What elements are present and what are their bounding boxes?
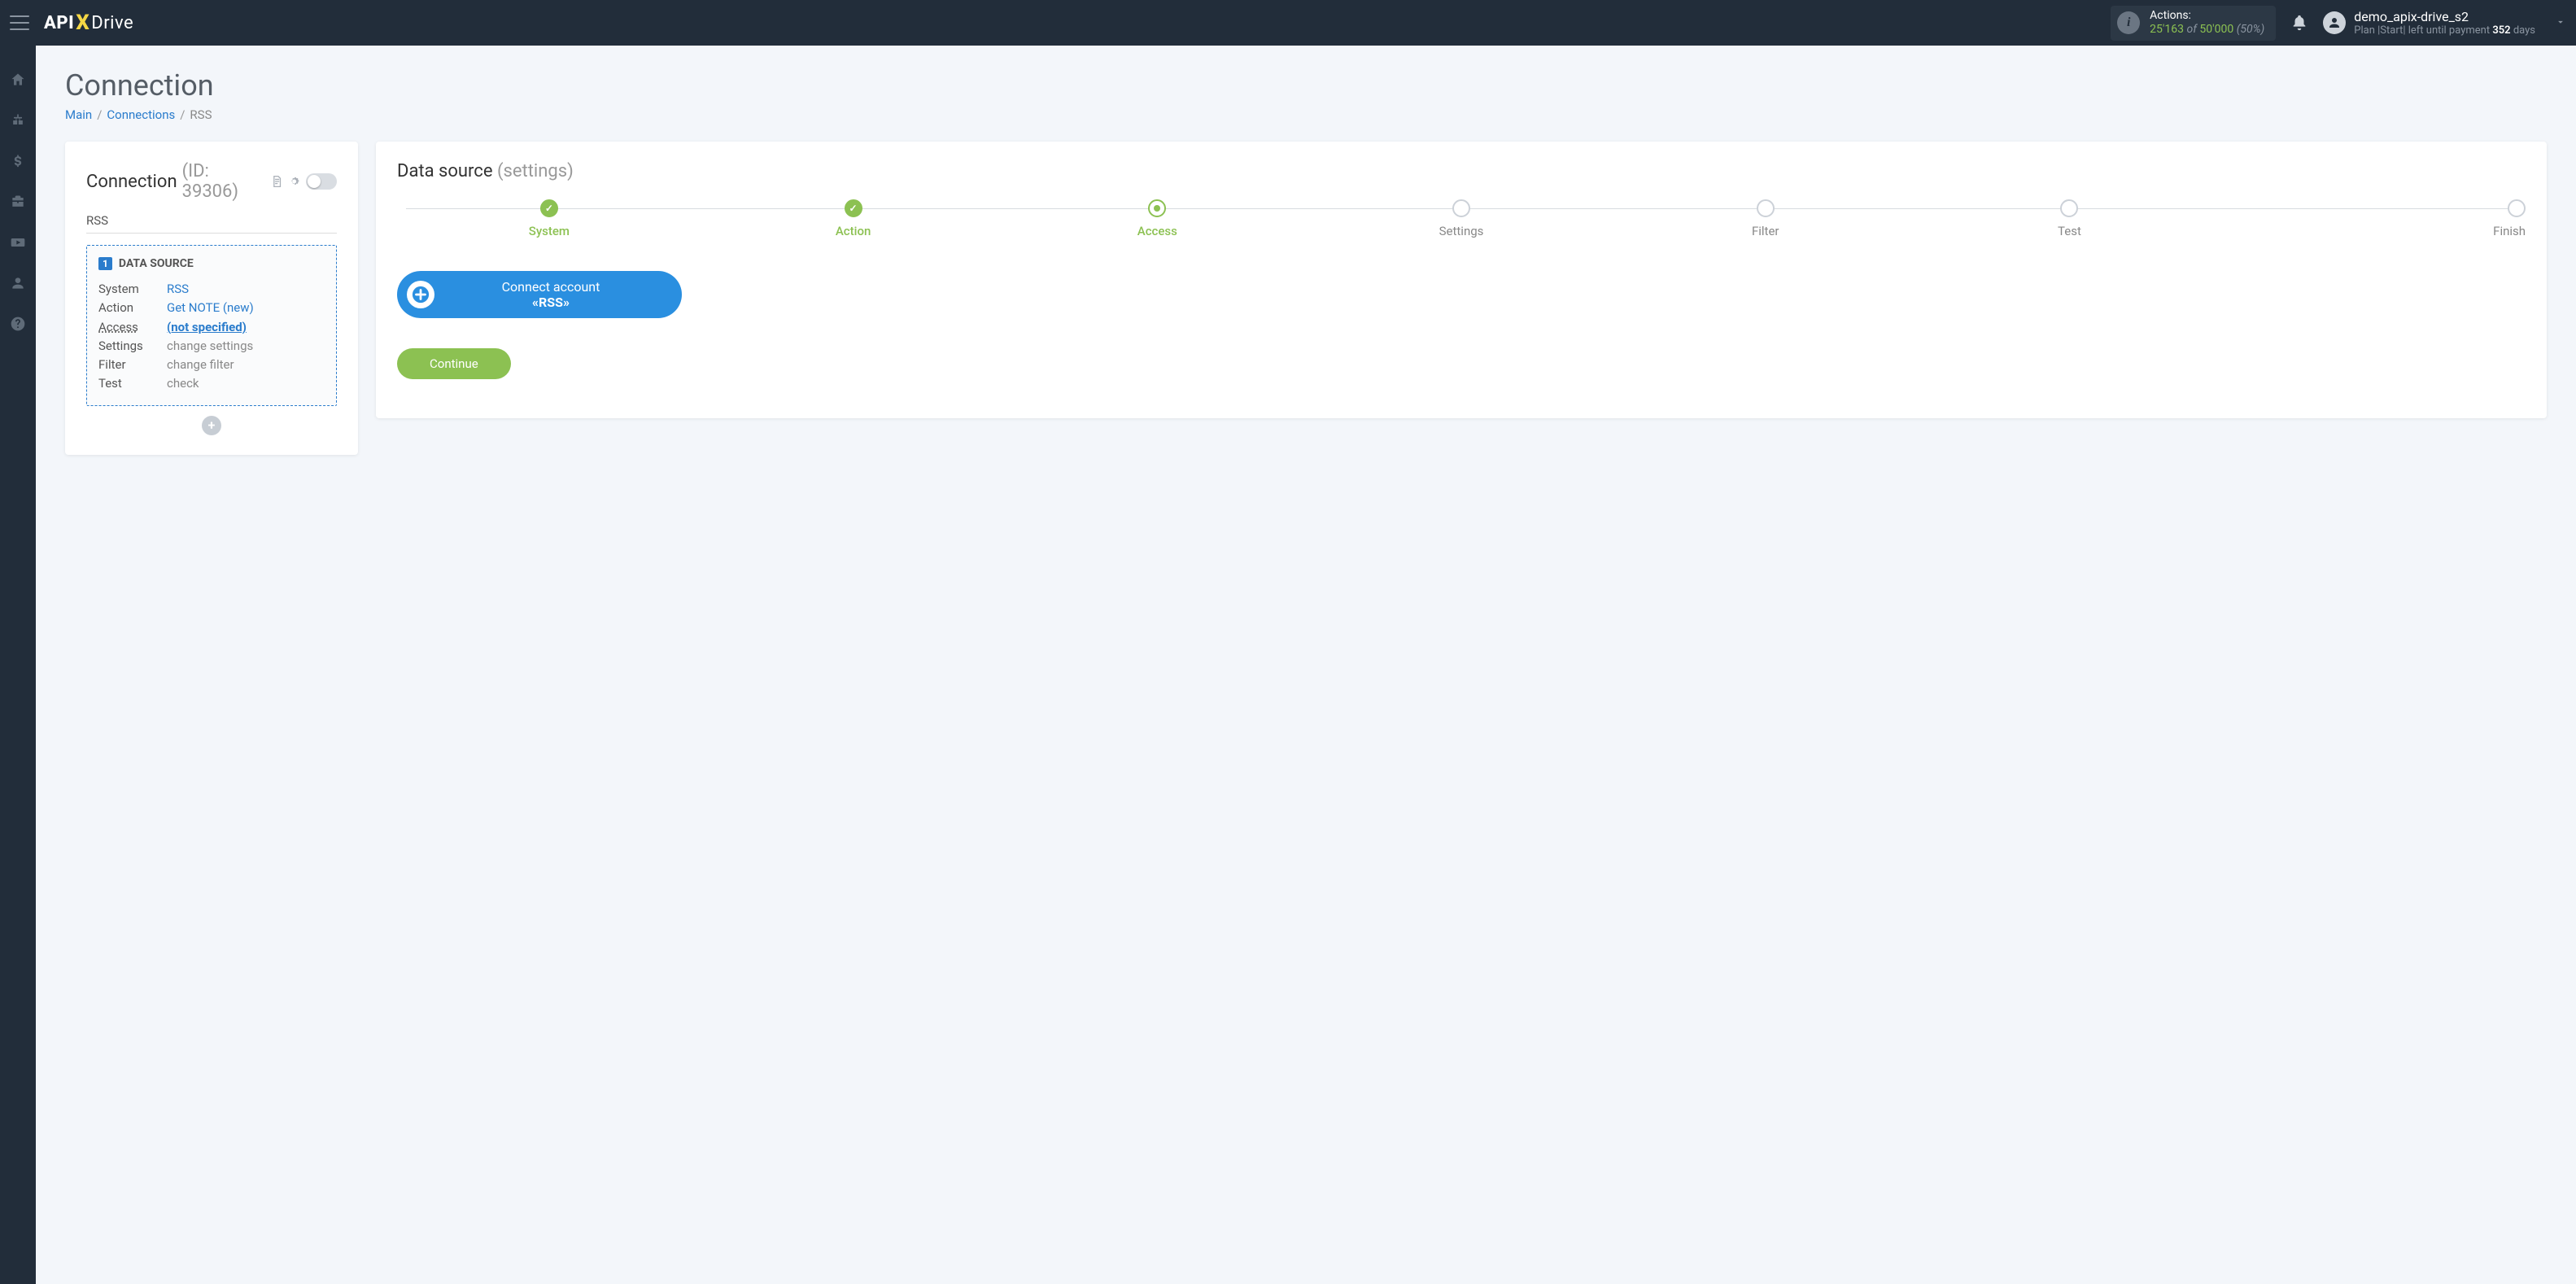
gear-icon[interactable] [288,175,300,188]
plan-info: Plan |Start| left until payment 352 days [2354,24,2535,37]
bell-icon[interactable] [2290,14,2308,32]
enable-toggle[interactable] [306,173,337,190]
actions-used: 25'163 [2150,23,2184,36]
data-source-panel: Data source (settings) System Action Acc… [376,142,2547,418]
content: Connection Main/Connections/RSS Connecti… [36,46,2576,1284]
row-system-val[interactable]: RSS [167,280,189,299]
row-settings-key: Settings [98,337,167,356]
youtube-icon[interactable] [10,234,26,251]
document-icon[interactable] [271,175,283,188]
topbar: APIXDrive i Actions: 25'163 of 50'000 (5… [0,0,2576,46]
step-finish[interactable]: Finish [2221,199,2526,238]
actions-pct: (50%) [2237,23,2265,36]
connection-card: Connection (ID: 39306) RSS 1 DATA SOURCE… [65,142,358,455]
connect-line1: Connect account [502,279,600,295]
dollar-icon[interactable] [10,153,26,169]
step-filter[interactable]: Filter [1613,199,1918,238]
breadcrumb-main[interactable]: Main [65,107,92,122]
actions-label: Actions: [2150,9,2264,24]
logo-text-1: API [44,13,74,33]
connection-head: Connection [86,172,177,192]
add-destination-button[interactable]: + [202,416,221,435]
connect-line2: «RSS» [532,295,570,310]
ds-badge: 1 [98,257,112,270]
help-icon[interactable] [10,316,26,332]
user-icon[interactable] [10,275,26,291]
actions-of: of [2186,23,2196,36]
data-source-box: 1 DATA SOURCE SystemRSS ActionGet NOTE (… [86,245,337,406]
actions-total: 50'000 [2199,23,2233,36]
row-access-val[interactable]: (not specified) [167,318,247,337]
step-system[interactable]: System [397,199,701,238]
logo-text-2: Drive [91,13,133,33]
row-access-key: Access [98,318,167,337]
step-access[interactable]: Access [1005,199,1309,238]
plus-icon [407,281,434,308]
continue-button[interactable]: Continue [397,348,511,379]
row-test-val[interactable]: check [167,374,199,393]
username: demo_apix-drive_s2 [2354,9,2535,24]
row-filter-val[interactable]: change filter [167,356,234,374]
connection-id: (ID: 39306) [182,161,267,202]
connect-account-button[interactable]: Connect account«RSS» [397,271,682,318]
home-icon[interactable] [10,72,26,88]
connection-name: RSS [86,213,337,234]
panel-title: Data source (settings) [397,161,2526,181]
breadcrumb: Main/Connections/RSS [65,107,2547,122]
logo[interactable]: APIXDrive [44,11,133,35]
page-title: Connection [65,68,2547,103]
breadcrumb-connections[interactable]: Connections [107,107,175,122]
avatar-icon [2323,11,2346,34]
logo-text-x: X [76,11,90,35]
row-filter-key: Filter [98,356,167,374]
step-test[interactable]: Test [1918,199,2222,238]
step-action[interactable]: Action [701,199,1006,238]
row-action-key: Action [98,299,167,317]
ds-title: DATA SOURCE [119,257,194,270]
row-action-val[interactable]: Get NOTE (new) [167,299,254,317]
step-settings[interactable]: Settings [1309,199,1613,238]
info-icon: i [2117,11,2140,34]
row-system-key: System [98,280,167,299]
briefcase-icon[interactable] [10,194,26,210]
user-menu[interactable]: demo_apix-drive_s2 Plan |Start| left unt… [2323,9,2566,37]
actions-counter[interactable]: i Actions: 25'163 of 50'000 (50%) [2111,6,2276,41]
chevron-down-icon [2555,15,2566,31]
sitemap-icon[interactable] [10,112,26,129]
sidebar [0,46,36,1284]
row-test-key: Test [98,374,167,393]
menu-toggle-icon[interactable] [10,15,29,30]
breadcrumb-current: RSS [190,107,212,122]
row-settings-val[interactable]: change settings [167,337,253,356]
stepper: System Action Access Settings Filter Tes… [397,199,2526,238]
